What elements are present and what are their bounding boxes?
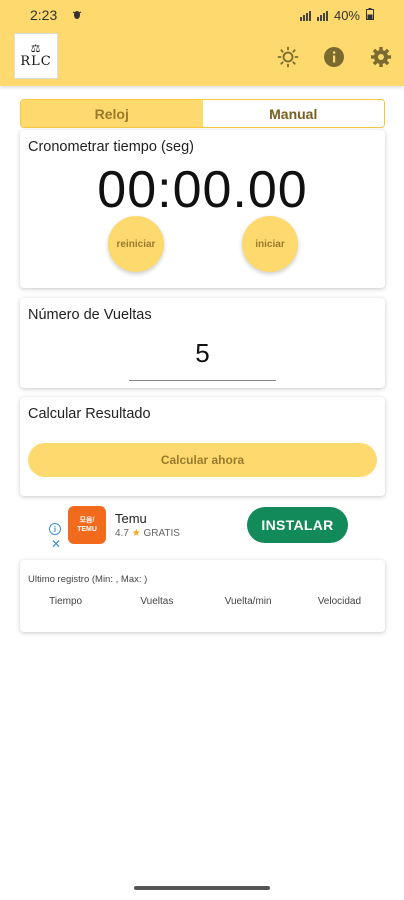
logo-text: RLC (20, 54, 52, 69)
temu-logo[interactable]: 모음/ TEMU (68, 506, 106, 544)
home-gesture-handle[interactable] (134, 886, 270, 890)
status-time: 2:23 (30, 7, 58, 23)
star-icon: ★ (131, 528, 141, 539)
brightness-icon[interactable] (275, 44, 301, 70)
app-screen: 2:23 40% ⚖ RLC Reloj Manual Cronometrar … (0, 0, 404, 900)
record-columns: Tiempo Vueltas Vuelta/min Velocidad (20, 596, 385, 607)
signal-icon (299, 10, 311, 21)
temu-logo-line2: TEMU (77, 526, 97, 533)
timer-display: 00:00.00 (97, 161, 308, 219)
tab-manual[interactable]: Manual (202, 100, 384, 127)
ad-close-icon[interactable]: ✕ (51, 537, 61, 551)
calculate-now-button[interactable]: Calcular ahora (28, 443, 377, 477)
bug-icon (71, 7, 83, 23)
record-col-vuelta-min: Vuelta/min (224, 596, 272, 607)
ad-app-name: Temu (115, 511, 147, 526)
laps-title: Número de Vueltas (28, 307, 152, 323)
info-icon[interactable] (321, 44, 347, 70)
last-record-title: Ultimo registro (Min: , Max: ) (28, 574, 148, 585)
temu-logo-line1: 모음/ (79, 517, 95, 524)
record-col-vueltas: Vueltas (140, 596, 174, 607)
app-bar: ⚖ RLC (0, 30, 404, 86)
mode-tabs: Reloj Manual (20, 99, 385, 128)
scales-icon: ⚖ (30, 42, 42, 55)
signal-icon (316, 10, 328, 21)
ad-banner[interactable]: i ✕ 모음/ TEMU Temu 4.7 ★ GRATIS INSTALAR (44, 503, 360, 551)
app-logo: ⚖ RLC (14, 33, 58, 79)
battery-level: 40% (333, 7, 360, 23)
timer-title: Cronometrar tiempo (seg) (28, 139, 194, 155)
ad-rating-value: 4.7 (115, 528, 129, 539)
start-button[interactable]: iniciar (242, 216, 298, 272)
last-record-card: Ultimo registro (Min: , Max: ) Tiempo Vu… (20, 560, 385, 632)
calculate-card: Calcular Resultado Calcular ahora (20, 397, 385, 496)
settings-gear-icon[interactable] (368, 44, 394, 70)
timer-card: Cronometrar tiempo (seg) 00:00.00 reinic… (20, 130, 385, 288)
ad-info-icon[interactable]: i (49, 523, 61, 535)
laps-input-underline (129, 380, 276, 381)
laps-input[interactable]: 5 (129, 338, 276, 369)
record-col-velocidad: Velocidad (317, 596, 362, 607)
reset-button[interactable]: reiniciar (108, 216, 164, 272)
battery-icon (366, 7, 374, 23)
tab-reloj[interactable]: Reloj (21, 100, 203, 127)
ad-rating: 4.7 ★ GRATIS (115, 528, 180, 539)
ad-price: GRATIS (143, 528, 180, 539)
laps-card: Número de Vueltas 5 (20, 298, 385, 388)
record-col-tiempo: Tiempo (49, 596, 83, 607)
status-bar: 2:23 40% (0, 0, 404, 30)
calculate-title: Calcular Resultado (28, 406, 151, 422)
install-button[interactable]: INSTALAR (247, 507, 348, 543)
